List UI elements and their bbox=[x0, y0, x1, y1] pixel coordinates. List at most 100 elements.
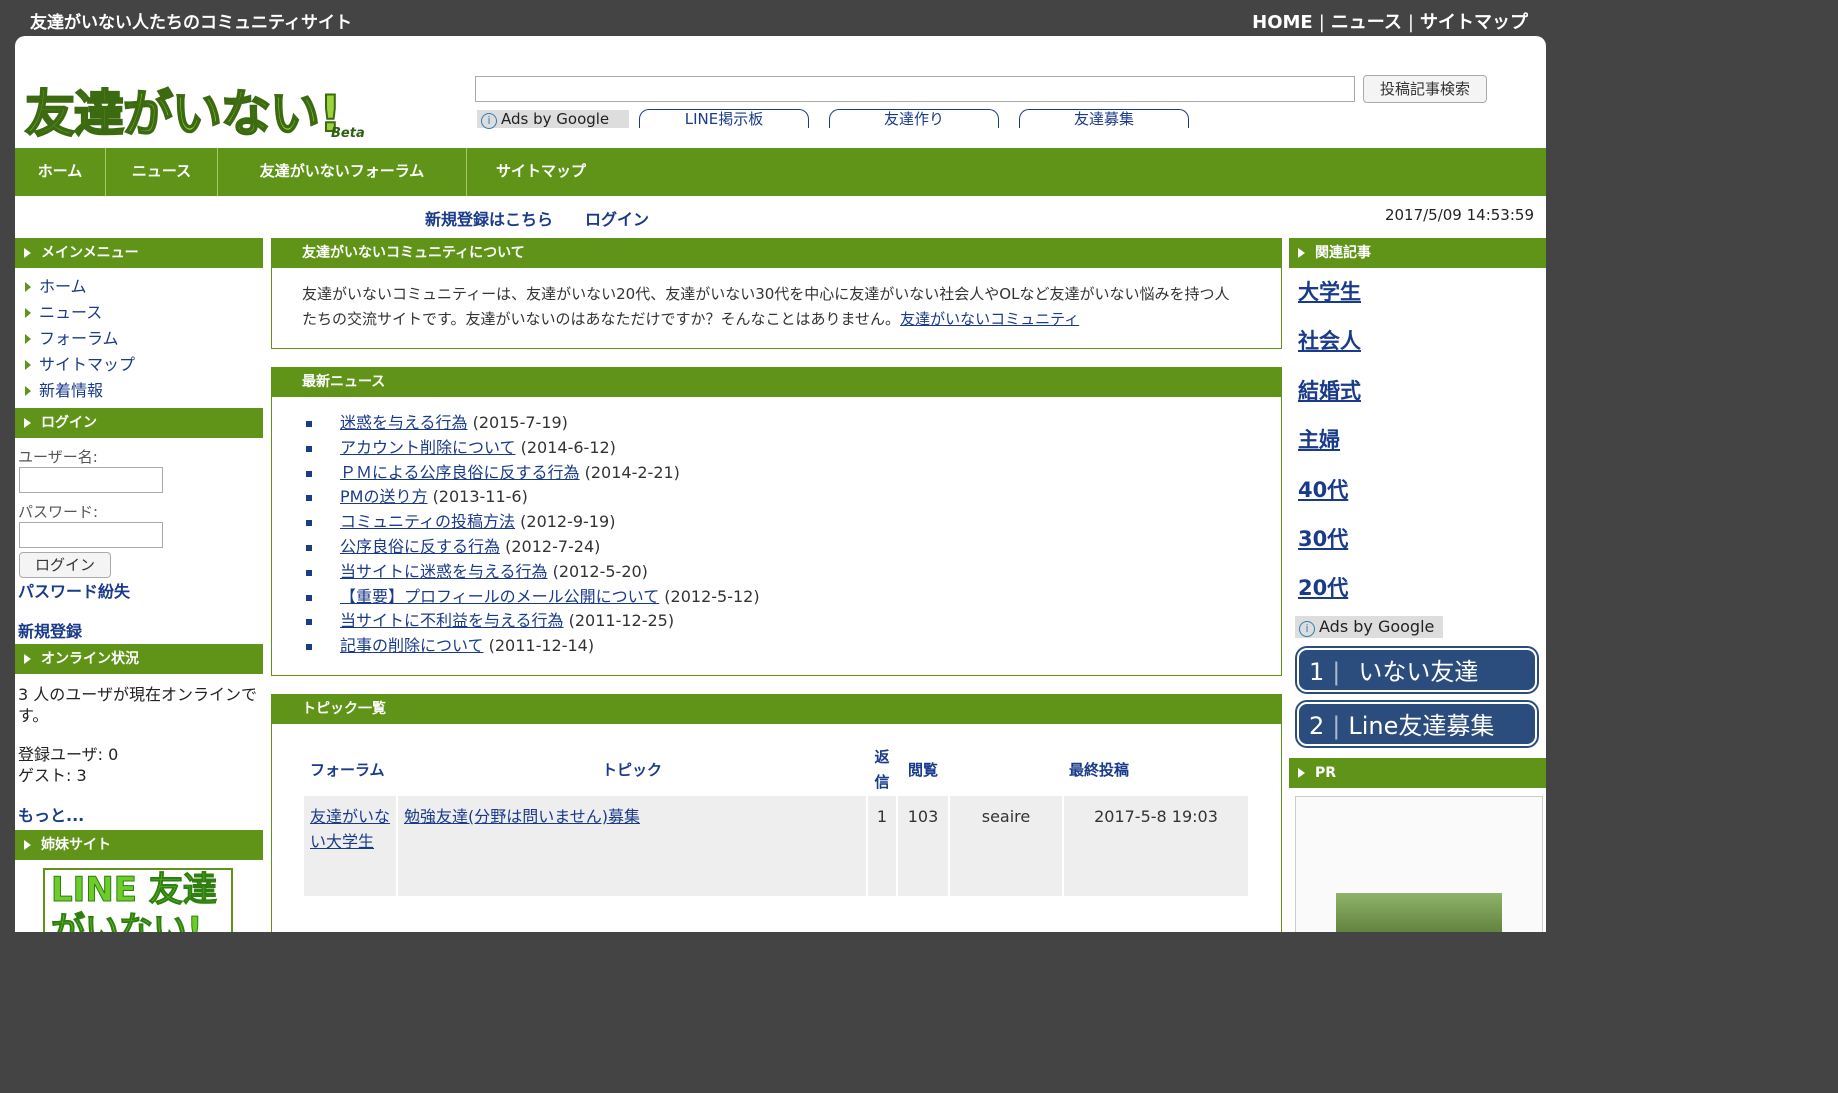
about-header: 友達がいないコミュニティについて bbox=[272, 238, 1281, 268]
related-header: 関連記事 bbox=[1289, 238, 1546, 268]
related-link-40s[interactable]: 40代 bbox=[1289, 466, 1546, 515]
news-link[interactable]: 記事の削除について bbox=[340, 636, 484, 655]
nav-forum[interactable]: 友達がいないフォーラム bbox=[218, 148, 467, 196]
center-column: 友達がいないコミュニティについて 友達がいないコミュニティーは、友達がいない20… bbox=[271, 238, 1282, 932]
menu-item-home[interactable]: ホーム bbox=[15, 274, 263, 300]
login-link[interactable]: ログイン bbox=[585, 206, 649, 230]
online-header: オンライン状況 bbox=[15, 644, 263, 674]
guest-count: ゲスト: 3 bbox=[18, 766, 87, 785]
ad-link-tomodachi[interactable]: 友達作り bbox=[829, 109, 999, 128]
username-label: ユーザー名: bbox=[18, 448, 98, 466]
top-bar: 友達がいない人たちのコミュニティサイト HOME | ニュース | サイトマップ bbox=[0, 0, 1568, 36]
sub-bar: 新規登録はこちら ログイン 2017/5/09 14:53:59 bbox=[15, 196, 1546, 238]
topics-panel: トピック一覧 フォーラム トピック 返信 閲覧 最終投稿 友達がいない大学生 勉… bbox=[271, 693, 1282, 932]
news-link[interactable]: ＰＭによる公序良俗に反する行為 bbox=[340, 463, 580, 482]
news-link[interactable]: 当サイトに迷惑を与える行為 bbox=[340, 562, 548, 581]
main-menu: ホーム ニュース フォーラム サイトマップ 新着情報 bbox=[15, 274, 263, 404]
password-label: パスワード: bbox=[18, 503, 99, 521]
ads-badge[interactable]: i Ads by Google bbox=[477, 110, 629, 129]
nav-sitemap[interactable]: サイトマップ bbox=[467, 148, 615, 196]
register-link[interactable]: 新規登録はこちら bbox=[425, 206, 553, 230]
ad-button-2[interactable]: 2 | Line友達募集 bbox=[1297, 701, 1537, 746]
top-link-sitemap[interactable]: サイトマップ bbox=[1420, 12, 1528, 33]
news-date: (2014-2-21) bbox=[584, 462, 680, 482]
related-link-30s[interactable]: 30代 bbox=[1289, 515, 1546, 564]
site-logo[interactable]: 友達がいない! Beta bbox=[24, 74, 385, 154]
divider: | bbox=[1332, 657, 1341, 686]
news-link[interactable]: 公序良俗に反する行為 bbox=[340, 537, 500, 556]
password-field[interactable] bbox=[19, 522, 163, 548]
menu-item-sitemap[interactable]: サイトマップ bbox=[15, 352, 263, 378]
related-link-20s[interactable]: 20代 bbox=[1289, 564, 1546, 613]
pr-header: PR bbox=[1289, 757, 1546, 788]
ad-label: Line友達募集 bbox=[1348, 711, 1495, 740]
about-link[interactable]: 友達がいないコミュニティ bbox=[900, 310, 1079, 328]
nav-home[interactable]: ホーム bbox=[15, 148, 106, 196]
news-item: アカウント削除について (2014-6-12) bbox=[306, 436, 1281, 461]
sister-site-banner[interactable]: LINE 友達がいない! bbox=[43, 868, 233, 932]
sister-logo-text: LINE 友達がいない! bbox=[51, 870, 218, 932]
pr-image bbox=[1336, 892, 1502, 932]
username-field[interactable] bbox=[19, 467, 163, 493]
ad-num: 1 bbox=[1309, 657, 1325, 686]
top-link-news[interactable]: ニュース bbox=[1331, 12, 1402, 33]
pr-banner[interactable] bbox=[1295, 795, 1543, 932]
more-link[interactable]: もっと... bbox=[15, 802, 263, 826]
news-date: (2012-5-12) bbox=[664, 586, 760, 606]
logo-text: 友達がいない! bbox=[24, 84, 343, 144]
news-item: 当サイトに迷惑を与える行為 (2012-5-20) bbox=[306, 560, 1281, 585]
nav-news[interactable]: ニュース bbox=[106, 148, 218, 196]
topic-replies: 1 bbox=[867, 795, 898, 896]
news-date: (2014-6-12) bbox=[520, 437, 616, 457]
ad-label: いない友達 bbox=[1358, 657, 1479, 686]
related-link-shakaijin[interactable]: 社会人 bbox=[1289, 317, 1546, 366]
topic-views: 103 bbox=[897, 795, 950, 896]
menu-item-whatsnew[interactable]: 新着情報 bbox=[15, 378, 263, 404]
ad-num: 2 bbox=[1309, 711, 1325, 740]
register-side-link[interactable]: 新規登録 bbox=[15, 618, 263, 642]
ads-badge-label: Ads by Google bbox=[501, 110, 610, 128]
news-header: 最新ニュース bbox=[272, 367, 1281, 397]
table-header-row: フォーラム トピック 返信 閲覧 最終投稿 bbox=[304, 744, 1249, 796]
search-input[interactable] bbox=[475, 76, 1355, 102]
related-link-daigakusei[interactable]: 大学生 bbox=[1289, 268, 1546, 317]
news-date: (2012-7-24) bbox=[505, 536, 601, 556]
search-button[interactable]: 投稿記事検索 bbox=[1363, 75, 1487, 103]
topic-title-cell: 勉強友達(分野は問いません)募集 bbox=[397, 795, 868, 896]
menu-item-forum[interactable]: フォーラム bbox=[15, 326, 263, 352]
topic-last-user[interactable]: seaire bbox=[949, 795, 1064, 896]
news-link[interactable]: PMの送り方 bbox=[340, 487, 427, 506]
news-link[interactable]: コミュニティの投稿方法 bbox=[340, 512, 515, 531]
news-link[interactable]: 迷惑を与える行為 bbox=[340, 413, 468, 432]
topics-header: トピック一覧 bbox=[272, 693, 1281, 724]
about-body: 友達がいないコミュニティーは、友達がいない20代、友達がいない30代を中心に友達… bbox=[302, 285, 1230, 328]
topics-body: フォーラム トピック 返信 閲覧 最終投稿 友達がいない大学生 勉強友達(分野は… bbox=[272, 724, 1281, 896]
ads-badge-right[interactable]: i Ads by Google bbox=[1295, 615, 1443, 638]
about-text: 友達がいないコミュニティーは、友達がいない20代、友達がいない30代を中心に友達… bbox=[272, 268, 1281, 348]
news-date: (2011-12-25) bbox=[568, 611, 675, 631]
topic-title-link[interactable]: 勉強友達(分野は問いません)募集 bbox=[404, 807, 640, 826]
separator: | bbox=[1318, 12, 1325, 33]
topic-forum-cell: 友達がいない大学生 bbox=[304, 795, 398, 896]
login-button[interactable]: ログイン bbox=[19, 552, 111, 578]
news-link[interactable]: 【重要】プロフィールのメール公開について bbox=[340, 587, 659, 606]
site-title: 友達がいない人たちのコミュニティサイト bbox=[30, 13, 352, 33]
menu-item-news[interactable]: ニュース bbox=[15, 300, 263, 326]
related-link-kekkonshiki[interactable]: 結婚式 bbox=[1289, 367, 1546, 416]
col-forum: フォーラム bbox=[310, 761, 385, 780]
ad-link-line[interactable]: LINE掲示板 bbox=[639, 109, 809, 128]
sister-sites-header: 姉妹サイト bbox=[15, 830, 263, 860]
table-row: 友達がいない大学生 勉強友達(分野は問いません)募集 1 103 seaire … bbox=[304, 795, 1250, 896]
lost-password-link[interactable]: パスワード紛失 bbox=[15, 578, 263, 602]
main-menu-header: メインメニュー bbox=[15, 238, 263, 268]
topic-forum-link[interactable]: 友達がいない大学生 bbox=[310, 807, 390, 851]
news-link[interactable]: アカウント削除について bbox=[340, 438, 516, 457]
news-item: 記事の削除について (2011-12-14) bbox=[306, 634, 1281, 659]
news-link[interactable]: 当サイトに不利益を与える行為 bbox=[340, 611, 564, 630]
ad-link-boshu[interactable]: 友達募集 bbox=[1019, 109, 1189, 128]
logo-beta: Beta bbox=[331, 126, 365, 141]
top-link-home[interactable]: HOME bbox=[1252, 12, 1313, 33]
ad-button-1[interactable]: 1 | いない友達 bbox=[1297, 647, 1537, 692]
col-views: 閲覧 bbox=[907, 761, 938, 780]
related-link-shufu[interactable]: 主婦 bbox=[1289, 416, 1546, 465]
